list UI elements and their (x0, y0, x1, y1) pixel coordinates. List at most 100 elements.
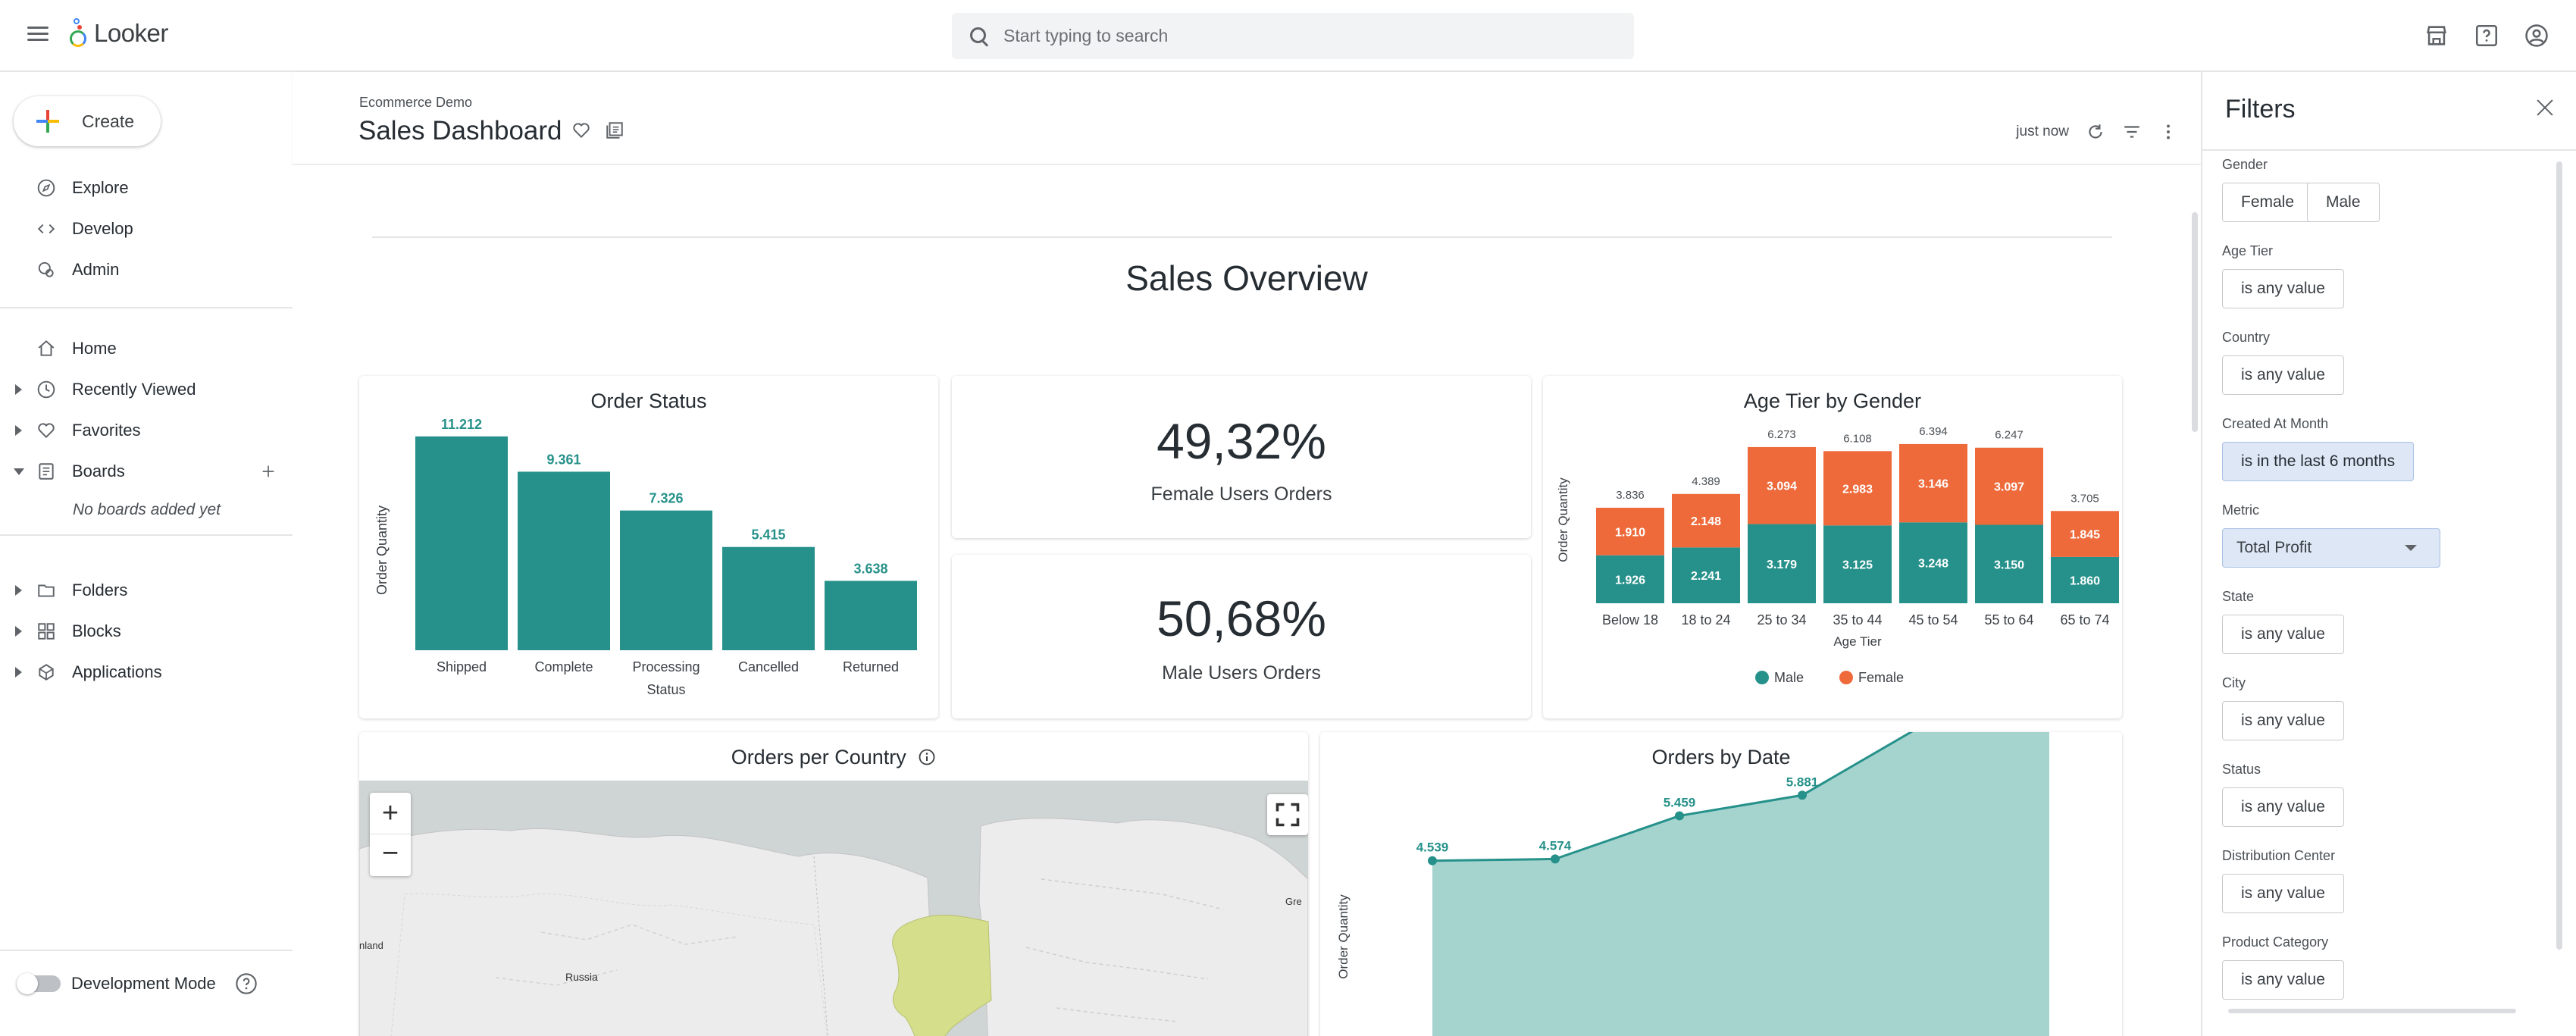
filter-product-category-button[interactable]: is any value (2222, 960, 2344, 1000)
nav-recently-viewed[interactable]: Recently Viewed (0, 371, 293, 408)
filter-label-product-category: Product Category (2222, 934, 2329, 950)
data-label: 1.910 (1615, 526, 1645, 539)
nav-blocks[interactable]: Blocks (0, 612, 293, 650)
expand-icon[interactable] (15, 384, 22, 395)
create-button[interactable]: Create (14, 96, 161, 146)
zoom-out-icon[interactable]: − (370, 834, 411, 876)
legend-swatch-female (1839, 671, 1853, 684)
orders-per-country-tile[interactable]: Orders per Country Russia nland Gre + − (359, 732, 1308, 1036)
expand-icon[interactable] (15, 585, 22, 596)
filter-icon[interactable] (2122, 122, 2142, 142)
bar (722, 546, 815, 650)
orders-by-date-tile[interactable]: Orders by Date Order Quantity 4.539 4.574 5… (1320, 732, 2122, 1036)
nav-favorites[interactable]: Favorites (0, 412, 293, 449)
filter-created-at-month-button[interactable]: is in the last 6 months (2222, 442, 2415, 481)
data-label: 3.179 (1767, 559, 1797, 571)
collapse-icon[interactable] (14, 468, 24, 475)
search-input[interactable]: Start typing to search (952, 13, 1634, 59)
help-circle-icon[interactable] (234, 972, 258, 996)
x-tick-label: Complete (534, 659, 593, 674)
female-users-orders-tile[interactable]: 49,32% Female Users Orders (952, 376, 1531, 538)
filter-state-button[interactable]: is any value (2222, 615, 2344, 654)
more-options-icon[interactable] (2158, 122, 2178, 142)
y-axis-label: Order Quantity (374, 505, 390, 595)
bar (415, 436, 508, 650)
data-point (1428, 856, 1437, 865)
expand-icon[interactable] (15, 667, 22, 678)
filter-gender-female-button[interactable]: Female (2222, 183, 2314, 222)
looker-logo[interactable]: Looker (70, 18, 168, 49)
data-label: 5.881 (1786, 775, 1819, 789)
add-board-icon[interactable] (260, 463, 277, 480)
account-icon[interactable] (2524, 23, 2549, 49)
nav-folders[interactable]: Folders (0, 571, 293, 609)
x-tick-label: 35 to 44 (1833, 612, 1882, 628)
x-tick-label: Below 18 (1602, 612, 1658, 628)
close-icon[interactable] (2537, 99, 2553, 116)
total-label: 4.389 (1692, 475, 1720, 488)
development-mode-toggle[interactable]: Development Mode (17, 972, 258, 996)
data-label: 1.926 (1615, 574, 1645, 587)
nav-admin-label: Admin (72, 260, 120, 279)
search-icon (969, 26, 990, 47)
filters-panel: Filters Gender Female Male Age Tier is a… (2201, 72, 2576, 1036)
x-tick-label: 45 to 54 (1908, 612, 1958, 628)
filter-distribution-center-button[interactable]: is any value (2222, 874, 2344, 913)
refresh-icon[interactable] (2086, 122, 2105, 142)
add-to-board-icon[interactable] (605, 121, 624, 140)
nav-applications[interactable]: Applications (0, 653, 293, 691)
nav-boards[interactable]: Boards (0, 452, 293, 490)
order-status-tile[interactable]: Order Status Order Quantity 11.212 Shipped… (359, 376, 938, 718)
x-tick-label: 65 to 74 (2060, 612, 2109, 628)
filter-country-button[interactable]: is any value (2222, 355, 2344, 395)
filters-horizontal-scrollbar[interactable] (2228, 1009, 2516, 1013)
left-navigation: Create Explore Develop Admin Home Recent… (0, 72, 293, 1036)
nav-home[interactable]: Home (0, 330, 293, 368)
toggle-switch[interactable] (17, 973, 61, 994)
breadcrumb[interactable]: Ecommerce Demo (359, 95, 472, 111)
filter-gender-male-button[interactable]: Male (2307, 183, 2380, 222)
info-icon[interactable] (918, 748, 936, 766)
nav-develop[interactable]: Develop (0, 210, 293, 248)
looker-mark-icon (70, 18, 89, 49)
data-label: 2.241 (1691, 570, 1721, 583)
legend-swatch-male (1755, 671, 1769, 684)
area-fill (1432, 732, 2049, 1036)
help-icon[interactable] (2474, 23, 2499, 49)
filter-age-tier-button[interactable]: is any value (2222, 269, 2344, 308)
favorite-heart-icon[interactable] (571, 121, 591, 140)
nav-divider (0, 950, 293, 951)
compass-icon (37, 179, 55, 197)
expand-icon[interactable] (15, 626, 22, 637)
nav-explore[interactable]: Explore (0, 169, 293, 207)
filter-metric-select[interactable]: Total Profit (2222, 528, 2440, 568)
section-divider (372, 236, 2112, 238)
menu-icon[interactable] (27, 23, 50, 45)
filters-scrollbar[interactable] (2556, 155, 2562, 1034)
create-label: Create (82, 111, 135, 131)
filter-status-button[interactable]: is any value (2222, 787, 2344, 827)
filter-label-city: City (2222, 675, 2246, 690)
total-label: 6.394 (1919, 425, 1948, 438)
fullscreen-icon[interactable] (1267, 794, 1308, 835)
search-placeholder: Start typing to search (1003, 26, 1169, 45)
dashboard-scrollbar[interactable] (2190, 165, 2199, 1036)
world-map[interactable]: Russia nland Gre (359, 781, 1308, 1036)
zoom-in-icon[interactable]: + (370, 793, 411, 834)
data-label: 3.094 (1767, 480, 1797, 493)
filter-city-button[interactable]: is any value (2222, 701, 2344, 740)
nav-explore-label: Explore (72, 178, 129, 197)
expand-icon[interactable] (15, 425, 22, 436)
male-users-orders-tile[interactable]: 50,68% Male Users Orders (952, 555, 1531, 718)
app-name: Looker (94, 19, 168, 47)
age-tier-by-gender-tile[interactable]: Age Tier by Gender Order Quantity 1.926 1.… (1543, 376, 2122, 718)
filters-divider (2202, 149, 2576, 151)
admin-icon (38, 261, 54, 277)
x-tick-label: 18 to 24 (1681, 612, 1730, 628)
nav-favorites-label: Favorites (72, 421, 141, 440)
nav-recently-viewed-label: Recently Viewed (72, 380, 196, 399)
map-label-russia: Russia (565, 971, 598, 983)
nav-admin[interactable]: Admin (0, 251, 293, 289)
top-bar: Looker Start typing to search (0, 0, 2576, 72)
marketplace-icon[interactable] (2424, 23, 2449, 49)
